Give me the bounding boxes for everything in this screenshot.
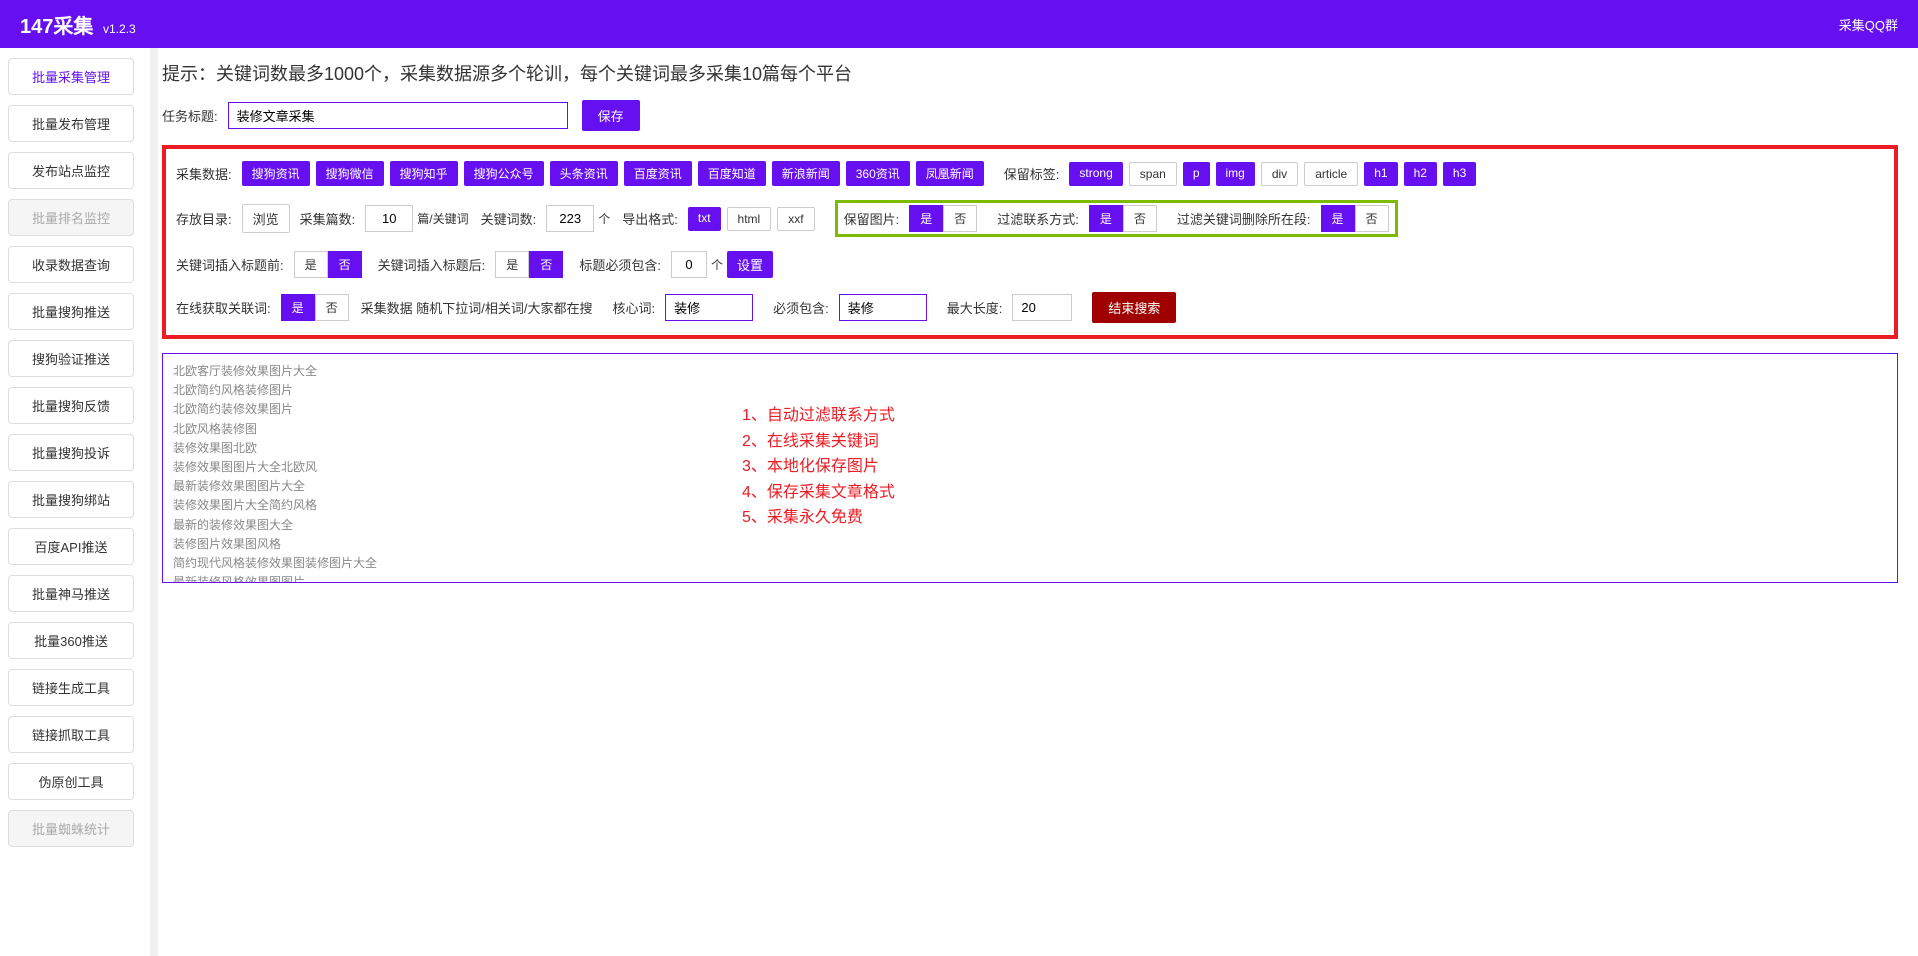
sidebar-item[interactable]: 伪原创工具 [8,763,134,800]
set-button[interactable]: 设置 [727,251,773,278]
sidebar-item[interactable]: 批量发布管理 [8,105,134,142]
collect-sources-label: 采集数据: [176,164,232,183]
keep-tag[interactable]: strong [1069,162,1122,186]
end-search-button[interactable]: 结束搜索 [1092,292,1176,323]
keep-tags-group: strong spanpimgdivarticleh1 h2h3 [1069,162,1482,186]
header-left: 147采集 v1.2.3 [20,10,136,39]
count-suffix: 篇/关键词 [417,210,468,227]
core-word-input[interactable] [665,294,753,321]
qq-group-link[interactable]: 采集QQ群 [1839,15,1898,34]
source-tag[interactable]: 搜狗公众号 [464,161,544,186]
source-tag[interactable]: 360资讯 [846,161,910,186]
keep-tag[interactable]: h3 [1443,162,1476,186]
app-version: v1.2.3 [103,22,136,36]
insert-before-toggle[interactable]: 是 否 [294,251,362,278]
core-word-label: 核心词: [613,298,656,317]
kw-count-suffix: 个 [598,210,610,227]
keep-image-toggle[interactable]: 是 否 [909,205,977,232]
main-content: 提示：关键词数最多1000个，采集数据源多个轮训，每个关键词最多采集10篇每个平… [142,48,1918,867]
count-input[interactable] [365,205,413,232]
sidebar-item[interactable]: 发布站点监控 [8,152,134,189]
keep-tag[interactable]: span [1129,162,1177,186]
title-must-input[interactable] [671,251,707,278]
app-title: 147采集 [20,16,93,38]
sidebar-item[interactable]: 批量搜狗投诉 [8,434,134,471]
highlight-green-box: 保留图片: 是 否 过滤联系方式: 是 否 过滤关键词删除所在段: 是 [835,200,1398,237]
dir-label: 存放目录: [176,209,232,228]
task-title-input[interactable] [228,102,568,129]
count-label: 采集篇数: [300,209,356,228]
source-tag[interactable]: 新浪新闻 [772,161,840,186]
browse-button[interactable]: 浏览 [242,204,290,233]
max-length-input[interactable] [1012,294,1072,321]
keep-tag[interactable]: div [1261,162,1298,186]
kw-count-input[interactable] [546,205,594,232]
keep-tag[interactable]: h2 [1404,162,1437,186]
kw-count-label: 关键词数: [481,209,537,228]
sidebar-item[interactable]: 搜狗验证推送 [8,340,134,377]
collect-note: 采集数据 随机下拉词/相关词/大家都在搜 [361,298,593,317]
keep-tag[interactable]: p [1183,162,1210,186]
export-label: 导出格式: [622,209,678,228]
source-tag[interactable]: 百度知道 [698,161,766,186]
insert-before-label: 关键词插入标题前: [176,255,284,274]
sidebar-item[interactable]: 批量搜狗绑站 [8,481,134,518]
app-header: 147采集 v1.2.3 采集QQ群 [0,0,1918,48]
sidebar-item[interactable]: 批量搜狗反馈 [8,387,134,424]
title-must-label: 标题必须包含: [579,255,661,274]
sidebar-item[interactable]: 批量搜狗推送 [8,293,134,330]
filter-contact-label: 过滤联系方式: [997,209,1079,228]
sidebar-item: 批量排名监控 [8,199,134,236]
keep-image-label: 保留图片: [844,209,900,228]
source-tag[interactable]: 百度资讯 [624,161,692,186]
sidebar-item[interactable]: 批量神马推送 [8,575,134,612]
task-title-row: 任务标题: 保存 [162,100,1898,131]
export-format-group: txthtmlxxf [688,207,821,231]
sidebar: 批量采集管理批量发布管理发布站点监控批量排名监控收录数据查询批量搜狗推送搜狗验证… [0,48,142,867]
sidebar-item[interactable]: 批量360推送 [8,622,134,659]
sidebar-item[interactable]: 收录数据查询 [8,246,134,283]
save-button[interactable]: 保存 [582,100,640,131]
export-tag[interactable]: html [727,207,772,231]
online-related-toggle[interactable]: 是 否 [281,294,349,321]
source-tag[interactable]: 搜狗微信 [316,161,384,186]
sidebar-item[interactable]: 百度API推送 [8,528,134,565]
source-tag[interactable]: 搜狗资讯 [242,161,310,186]
source-tag[interactable]: 凤凰新闻 [916,161,984,186]
filter-contact-toggle[interactable]: 是 否 [1089,205,1157,232]
sidebar-item[interactable]: 批量采集管理 [8,58,134,95]
keep-tag[interactable]: article [1304,162,1358,186]
sidebar-item[interactable]: 链接抓取工具 [8,716,134,753]
sidebar-item: 批量蜘蛛统计 [8,810,134,847]
filter-kw-para-label: 过滤关键词删除所在段: [1177,209,1311,228]
sidebar-item[interactable]: 链接生成工具 [8,669,134,706]
source-tag[interactable]: 头条资讯 [550,161,618,186]
collect-sources-group: 搜狗资讯搜狗微信搜狗知乎搜狗公众号头条资讯百度资讯百度知道新浪新闻360资讯凤凰… [242,161,990,186]
highlight-red-box: 采集数据: 搜狗资讯搜狗微信搜狗知乎搜狗公众号头条资讯百度资讯百度知道新浪新闻3… [162,145,1898,339]
keep-tag[interactable]: img [1216,162,1255,186]
online-related-label: 在线获取关联词: [176,298,271,317]
insert-after-label: 关键词插入标题后: [378,255,486,274]
max-length-label: 最大长度: [947,298,1003,317]
must-contain-input[interactable] [839,294,927,321]
must-contain-label: 必须包含: [773,298,829,317]
keep-tags-label: 保留标签: [1004,164,1060,183]
export-tag[interactable]: txt [688,207,721,231]
title-must-suffix: 个 [711,256,723,273]
keep-tag[interactable]: h1 [1364,162,1397,186]
hint-text: 提示：关键词数最多1000个，采集数据源多个轮训，每个关键词最多采集10篇每个平… [162,60,1898,86]
keywords-textarea[interactable] [162,353,1898,583]
filter-kw-para-toggle[interactable]: 是 否 [1321,205,1389,232]
export-tag[interactable]: xxf [777,207,814,231]
task-title-label: 任务标题: [162,106,218,125]
source-tag[interactable]: 搜狗知乎 [390,161,458,186]
insert-after-toggle[interactable]: 是 否 [495,251,563,278]
